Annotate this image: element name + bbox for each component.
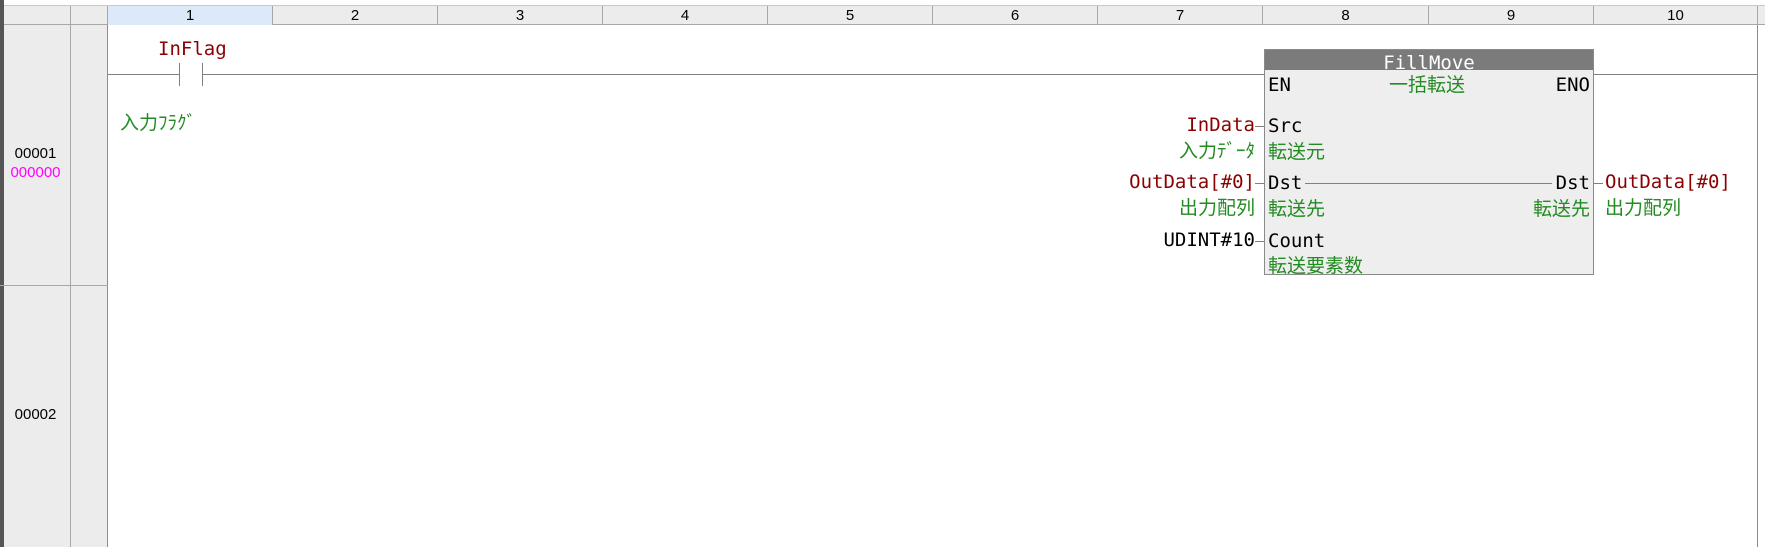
contact-variable[interactable]: InFlag (158, 38, 227, 60)
column-header-5[interactable]: 5 (768, 6, 933, 25)
contact-right-bar (202, 63, 203, 86)
left-power-rail (71, 25, 108, 547)
corner-cell[interactable] (0, 6, 71, 25)
column-header-6[interactable]: 6 (933, 6, 1098, 25)
count-pin-comment: 転送要素数 (1268, 255, 1364, 277)
column-header-7[interactable]: 7 (1098, 6, 1263, 25)
column-header-4[interactable]: 4 (603, 6, 768, 25)
count-pin: Count (1268, 230, 1326, 252)
dst-input-pin-comment: 転送先 (1268, 198, 1326, 220)
rung-wire (108, 74, 179, 75)
dst-output-variable-comment: 出力配列 (1605, 197, 1682, 219)
gutter-header-cell (71, 6, 108, 25)
rung-number[interactable]: 00002 (0, 406, 71, 423)
column-header: 1 2 3 4 5 6 7 8 9 10 (0, 5, 1765, 25)
dst-input-pin: Dst (1268, 172, 1303, 194)
src-pin-comment: 転送元 (1268, 141, 1326, 163)
right-power-rail (1757, 25, 1758, 547)
rung-wire (1594, 74, 1757, 75)
column-header-2[interactable]: 2 (273, 6, 438, 25)
src-wire (1255, 126, 1264, 127)
column-header-3[interactable]: 3 (438, 6, 603, 25)
contact-left-bar (179, 63, 180, 86)
column-header-8[interactable]: 8 (1263, 6, 1429, 25)
dst-output-pin-comment: 転送先 (1532, 198, 1590, 220)
column-header-10[interactable]: 10 (1594, 6, 1758, 25)
src-variable[interactable]: InData (1186, 114, 1255, 136)
count-wire (1255, 241, 1264, 242)
function-block-name: FillMove (1265, 50, 1593, 70)
dst-input-variable-comment: 出力配列 (1178, 197, 1255, 219)
column-header-1[interactable]: 1 (108, 6, 273, 25)
dst-passthrough-wire (1305, 183, 1552, 184)
dst-output-variable[interactable]: OutData[#0] (1605, 171, 1731, 193)
src-pin: Src (1268, 115, 1303, 137)
dst-input-wire (1255, 183, 1264, 184)
contact-comment: 入力ﾌﾗｸﾞ (120, 112, 197, 134)
rung-separator (0, 285, 108, 286)
window-left-edge (0, 0, 4, 547)
rung-number[interactable]: 00001 (0, 145, 71, 162)
eno-pin: ENO (1555, 74, 1590, 96)
column-header-9[interactable]: 9 (1429, 6, 1594, 25)
function-block-comment: 一括転送 (1389, 74, 1466, 96)
count-literal[interactable]: UDINT#10 (1163, 229, 1255, 251)
rung-wire (203, 74, 1264, 75)
src-variable-comment: 入力ﾃﾞｰﾀ (1178, 140, 1255, 162)
dst-output-pin: Dst (1555, 172, 1590, 194)
fillmove-function-block[interactable]: FillMove 一括転送 EN ENO Src 転送元 Dst 転送先 Dst… (1264, 49, 1594, 277)
en-pin: EN (1268, 74, 1291, 96)
dst-input-variable[interactable]: OutData[#0] (1129, 171, 1255, 193)
step-number: 000000 (10, 164, 61, 181)
rung-number-gutter[interactable] (0, 25, 71, 547)
dst-output-wire (1594, 183, 1603, 184)
